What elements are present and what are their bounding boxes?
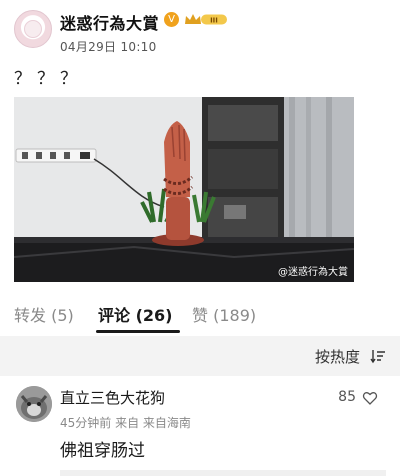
commenter-name[interactable]: 直立三色大花狗 bbox=[60, 387, 165, 408]
interaction-tabs: 转发 (5) 评论 (26) 赞 (189) bbox=[0, 296, 400, 336]
heart-icon[interactable] bbox=[362, 390, 378, 406]
tab-comments[interactable]: 评论 (26) bbox=[98, 302, 172, 326]
post-video[interactable]: @迷惑行為大賞 bbox=[14, 97, 354, 282]
verified-badge-icon: V bbox=[164, 12, 179, 27]
author-avatar[interactable] bbox=[14, 10, 52, 48]
sort-icon[interactable] bbox=[370, 348, 386, 364]
comment-item[interactable]: 直立三色大花狗 45分钟前 来自 来自海南 85 佛祖穿肠过 bbox=[0, 376, 400, 476]
post-text: ？？？ bbox=[14, 69, 83, 89]
tab-likes[interactable]: 赞 (189) bbox=[192, 302, 256, 326]
post-timestamp: 04月29日 10:10 bbox=[60, 40, 157, 54]
comment-like-count: 85 bbox=[338, 389, 356, 405]
vip-crown-badge-icon[interactable]: III bbox=[183, 12, 229, 27]
author-name[interactable]: 迷惑行為大賞 bbox=[60, 10, 159, 34]
video-thumbnail bbox=[14, 97, 354, 282]
commenter-avatar[interactable] bbox=[16, 386, 52, 422]
dog-avatar-icon bbox=[16, 386, 52, 422]
reply-preview-box[interactable] bbox=[60, 470, 386, 476]
avatar-figure-icon bbox=[24, 20, 42, 38]
comment-meta: 45分钟前 来自 来自海南 bbox=[60, 416, 191, 430]
post-header: 迷惑行為大賞 V III 04月29日 10:10 bbox=[14, 10, 386, 54]
active-tab-indicator bbox=[96, 330, 180, 333]
vip-level-label: III bbox=[210, 17, 218, 25]
sort-bar: 按热度 bbox=[0, 336, 400, 376]
sort-by-hot-button[interactable]: 按热度 bbox=[315, 346, 360, 367]
video-watermark: @迷惑行為大賞 bbox=[278, 267, 348, 278]
tab-reposts[interactable]: 转发 (5) bbox=[14, 302, 74, 326]
comment-text: 佛祖穿肠过 bbox=[60, 441, 145, 461]
